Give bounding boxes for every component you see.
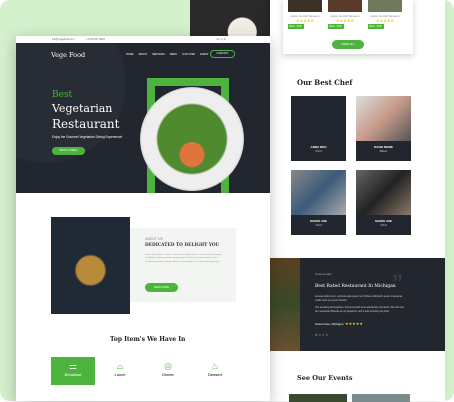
price-tag: Price : $.90 bbox=[328, 24, 344, 29]
category-dinner[interactable]: ◎ Dinner bbox=[146, 357, 190, 385]
price-tag: Price : $.90 bbox=[288, 24, 304, 29]
slider-dots[interactable]: ● ○ ○ ○ bbox=[315, 332, 328, 337]
nav-about[interactable]: ABOUT bbox=[139, 53, 148, 56]
testimonial-photo bbox=[270, 258, 300, 351]
read-more-button[interactable]: READ MORE bbox=[145, 283, 178, 292]
nav-home[interactable]: HOME bbox=[126, 53, 134, 56]
nav-services[interactable]: SERVICES bbox=[152, 53, 165, 56]
category-lunch[interactable]: ⌓ Lunch bbox=[98, 357, 142, 385]
about-image bbox=[51, 217, 130, 314]
chefs-title: Our Best Chef bbox=[297, 78, 353, 87]
category-dessert[interactable]: ♨ Dessert bbox=[193, 357, 237, 385]
salad-plate-image bbox=[140, 87, 244, 191]
events-title: See Our Events bbox=[297, 374, 353, 382]
chef-card[interactable]: MARIO JOE Chef bbox=[356, 170, 411, 235]
contact-button[interactable]: CONTACT bbox=[210, 50, 235, 58]
main-nav: HOME ABOUT SERVICES MENU OUR CHEF EVENT bbox=[126, 53, 214, 56]
top-bar: info@vegefood.com +1 234 567 8910 f ♥ t … bbox=[16, 36, 270, 43]
items-title: Top Item's We Have In bbox=[110, 336, 186, 343]
dish-card[interactable]: Apple Gumbi Squares ★★★★★ Price : $.90 bbox=[288, 0, 322, 29]
nav-event[interactable]: EVENT bbox=[200, 53, 208, 56]
price-tag: Price : $.90 bbox=[368, 24, 384, 29]
testimonial-section: Testimonials Best Rated Restaurant In Mi… bbox=[300, 258, 445, 351]
front-page: info@vegefood.com +1 234 567 8910 f ♥ t … bbox=[16, 36, 270, 401]
dinner-icon: ◎ bbox=[164, 361, 172, 371]
quote-icon: ” bbox=[392, 270, 403, 295]
nav-menu[interactable]: MENU bbox=[170, 53, 177, 56]
view-all-button[interactable]: VIEW ALL bbox=[332, 40, 364, 49]
chef-card[interactable]: MARIO JOE Chef bbox=[291, 170, 346, 235]
back-page: Apple Gumbi Squares ★★★★★ Price : $.90 A… bbox=[270, 0, 445, 402]
dessert-icon: ♨ bbox=[210, 361, 220, 371]
breakfast-icon: ⚌ bbox=[68, 361, 78, 371]
dish-card[interactable]: Apple Gumbi Squares ★★★★★ Price : $.90 bbox=[368, 0, 402, 29]
book-table-button[interactable]: BOOK A TABLE bbox=[52, 147, 85, 155]
lunch-icon: ⌓ bbox=[116, 361, 124, 371]
chef-card[interactable]: ANNA DEO Chef bbox=[291, 96, 346, 161]
about-box: ABOUT US DEDICATED TO DELIGHT YOU Lorem … bbox=[130, 228, 236, 302]
chef-card[interactable]: DAVID MORE Baker bbox=[356, 96, 411, 161]
hero: Vege Food HOME ABOUT SERVICES MENU OUR CHEF E… bbox=[16, 43, 270, 193]
category-breakfast[interactable]: ⚌ Breakfast bbox=[51, 357, 95, 385]
logo[interactable]: Vege Food bbox=[51, 51, 85, 59]
social-icons[interactable]: f ♥ t ◎ in bbox=[216, 38, 226, 41]
dishes-card: Apple Gumbi Squares ★★★★★ Price : $.90 A… bbox=[283, 0, 413, 54]
nav-our-chef[interactable]: OUR CHEF bbox=[182, 53, 195, 56]
dish-card[interactable]: Apple Gumbi Squares ★★★★★ Price : $.90 bbox=[328, 0, 362, 29]
